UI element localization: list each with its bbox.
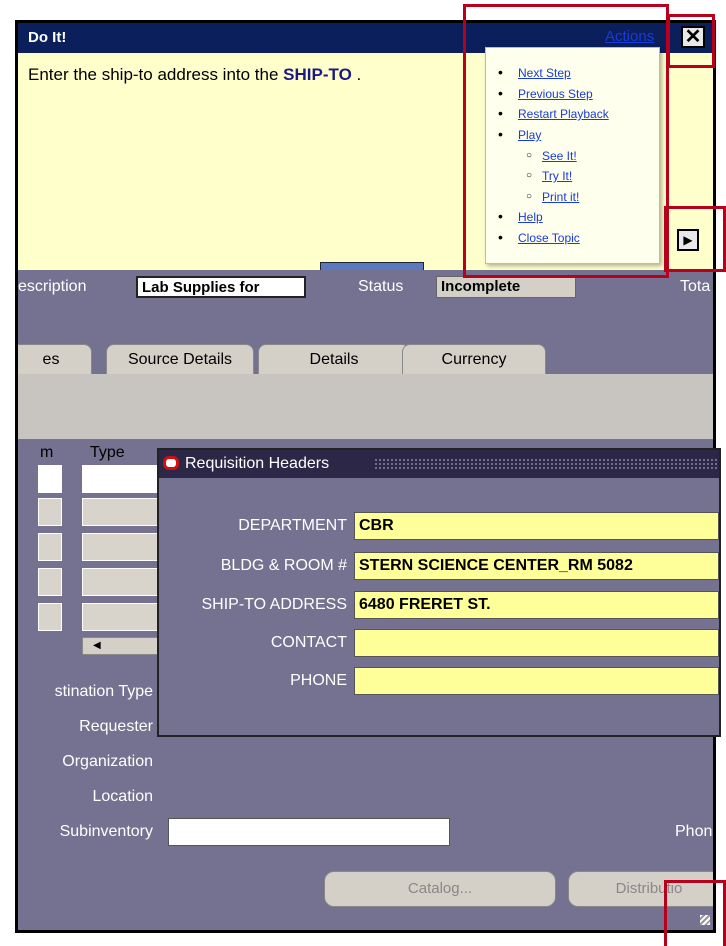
grid-cell[interactable] bbox=[82, 568, 160, 596]
bldg-room-label: BLDG & ROOM # bbox=[220, 557, 347, 574]
tab-lines[interactable]: es bbox=[18, 344, 92, 376]
oracle-icon bbox=[163, 456, 179, 470]
grid-cell[interactable] bbox=[82, 498, 160, 526]
column-header-num: m bbox=[40, 444, 54, 461]
phone-label: Phon bbox=[675, 823, 713, 840]
department-field[interactable]: CBR bbox=[354, 512, 719, 540]
annotation-box-menu bbox=[463, 4, 669, 278]
location-label: Location bbox=[92, 788, 154, 805]
tab-panel bbox=[18, 374, 713, 439]
status-field: Incomplete bbox=[436, 276, 576, 298]
department-label: DEPARTMENT bbox=[238, 517, 347, 534]
grid-cell[interactable] bbox=[38, 533, 62, 561]
tab-details[interactable]: Details bbox=[258, 344, 410, 376]
description-label: escription bbox=[18, 278, 87, 295]
grid-cell[interactable] bbox=[38, 603, 62, 631]
requester-label: Requester bbox=[79, 718, 153, 735]
subinventory-field[interactable] bbox=[168, 818, 450, 846]
total-label: Tota bbox=[680, 278, 711, 295]
requisition-headers-dialog: Requisition Headers DEPARTMENT CBR BLDG … bbox=[157, 448, 721, 737]
tab-currency[interactable]: Currency bbox=[402, 344, 546, 376]
destination-type-label: stination Type bbox=[54, 683, 153, 700]
ship-to-address-label: SHIP-TO ADDRESS bbox=[201, 596, 347, 613]
tab-source-details[interactable]: Source Details bbox=[106, 344, 254, 376]
contact-label: CONTACT bbox=[270, 634, 347, 651]
instruction-text: Enter the ship-to address into the SHIP-… bbox=[28, 65, 362, 84]
help-title: Do It! bbox=[28, 29, 67, 46]
grid-cell[interactable] bbox=[82, 603, 160, 631]
annotation-box-next bbox=[664, 206, 726, 272]
annotation-box-corner bbox=[664, 880, 726, 946]
grid-cell[interactable] bbox=[82, 533, 160, 561]
status-label: Status bbox=[358, 278, 404, 295]
phone-field-label: PHONE bbox=[290, 672, 347, 689]
annotation-box-close bbox=[667, 14, 715, 68]
grid-cell[interactable] bbox=[82, 465, 160, 493]
title-grip bbox=[374, 458, 719, 470]
subinventory-label: Subinventory bbox=[59, 823, 153, 840]
grid-cell[interactable] bbox=[38, 465, 62, 493]
grid-cell[interactable] bbox=[38, 498, 62, 526]
horizontal-scrollbar[interactable]: ◀ bbox=[82, 637, 160, 655]
description-field[interactable]: Lab Supplies for bbox=[136, 276, 306, 298]
contact-field[interactable] bbox=[354, 629, 719, 657]
catalog-button[interactable]: Catalog... bbox=[324, 871, 556, 907]
ship-to-address-field[interactable]: 6480 FRERET ST. bbox=[354, 591, 719, 619]
dialog-title: Requisition Headers bbox=[185, 455, 330, 472]
grid-cell[interactable] bbox=[38, 568, 62, 596]
column-header-type: Type bbox=[90, 444, 125, 461]
bldg-room-field[interactable]: STERN SCIENCE CENTER_RM 5082 bbox=[354, 552, 719, 580]
phone-field[interactable] bbox=[354, 667, 719, 695]
ship-to-highlight: SHIP-TO bbox=[283, 65, 352, 84]
dialog-title-bar[interactable]: Requisition Headers bbox=[159, 450, 719, 478]
organization-label: Organization bbox=[62, 753, 153, 770]
